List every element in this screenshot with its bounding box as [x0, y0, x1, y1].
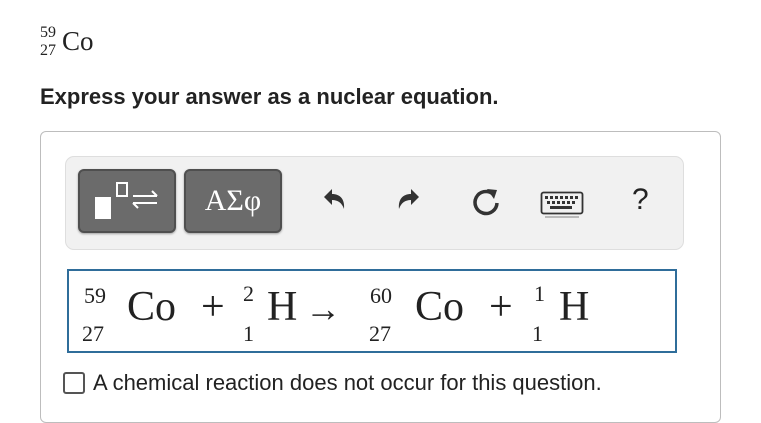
templates-button[interactable] [78, 169, 176, 233]
term1-atomic-number: 27 [82, 321, 104, 346]
term4-atomic-number: 1 [532, 321, 543, 346]
answer-panel: ΑΣφ ? 59 27 Co + 2 1 H → 60 27 Co + 1 1 … [40, 131, 721, 423]
answer-input[interactable]: 59 27 Co + 2 1 H → 60 27 Co + 1 1 H [67, 269, 677, 353]
term1-mass-number: 59 [84, 283, 106, 308]
help-button[interactable]: ? [632, 183, 649, 217]
reaction-arrow: → [305, 289, 341, 329]
term3-symbol: Co [415, 284, 465, 330]
term4-symbol: H [559, 284, 590, 330]
question-nuclide: 59 27 Co [40, 22, 120, 66]
redo-icon[interactable] [391, 183, 429, 221]
greek-symbols-button[interactable]: ΑΣφ [184, 169, 282, 233]
term2-atomic-number: 1 [243, 321, 254, 346]
nuclide-symbol: Co [62, 26, 94, 56]
undo-icon[interactable] [314, 183, 352, 221]
templates-icon [95, 182, 158, 219]
nuclide-mass-number: 59 [40, 24, 56, 41]
term3-mass-number: 60 [370, 283, 392, 308]
no-reaction-label[interactable]: A chemical reaction does not occur for t… [93, 370, 602, 396]
reset-icon[interactable] [467, 183, 505, 221]
plus-sign: + [489, 284, 513, 330]
nuclide-atomic-number: 27 [40, 42, 56, 59]
term2-symbol: H [267, 284, 298, 330]
term2-mass-number: 2 [243, 281, 254, 306]
question-prompt: Express your answer as a nuclear equatio… [40, 84, 499, 109]
keyboard-icon[interactable] [540, 191, 584, 219]
math-toolbar: ΑΣφ ? [65, 156, 684, 250]
term1-symbol: Co [127, 284, 177, 330]
term4-mass-number: 1 [534, 281, 545, 306]
no-reaction-checkbox[interactable] [63, 372, 85, 394]
term3-atomic-number: 27 [369, 321, 391, 346]
plus-sign: + [201, 284, 225, 330]
